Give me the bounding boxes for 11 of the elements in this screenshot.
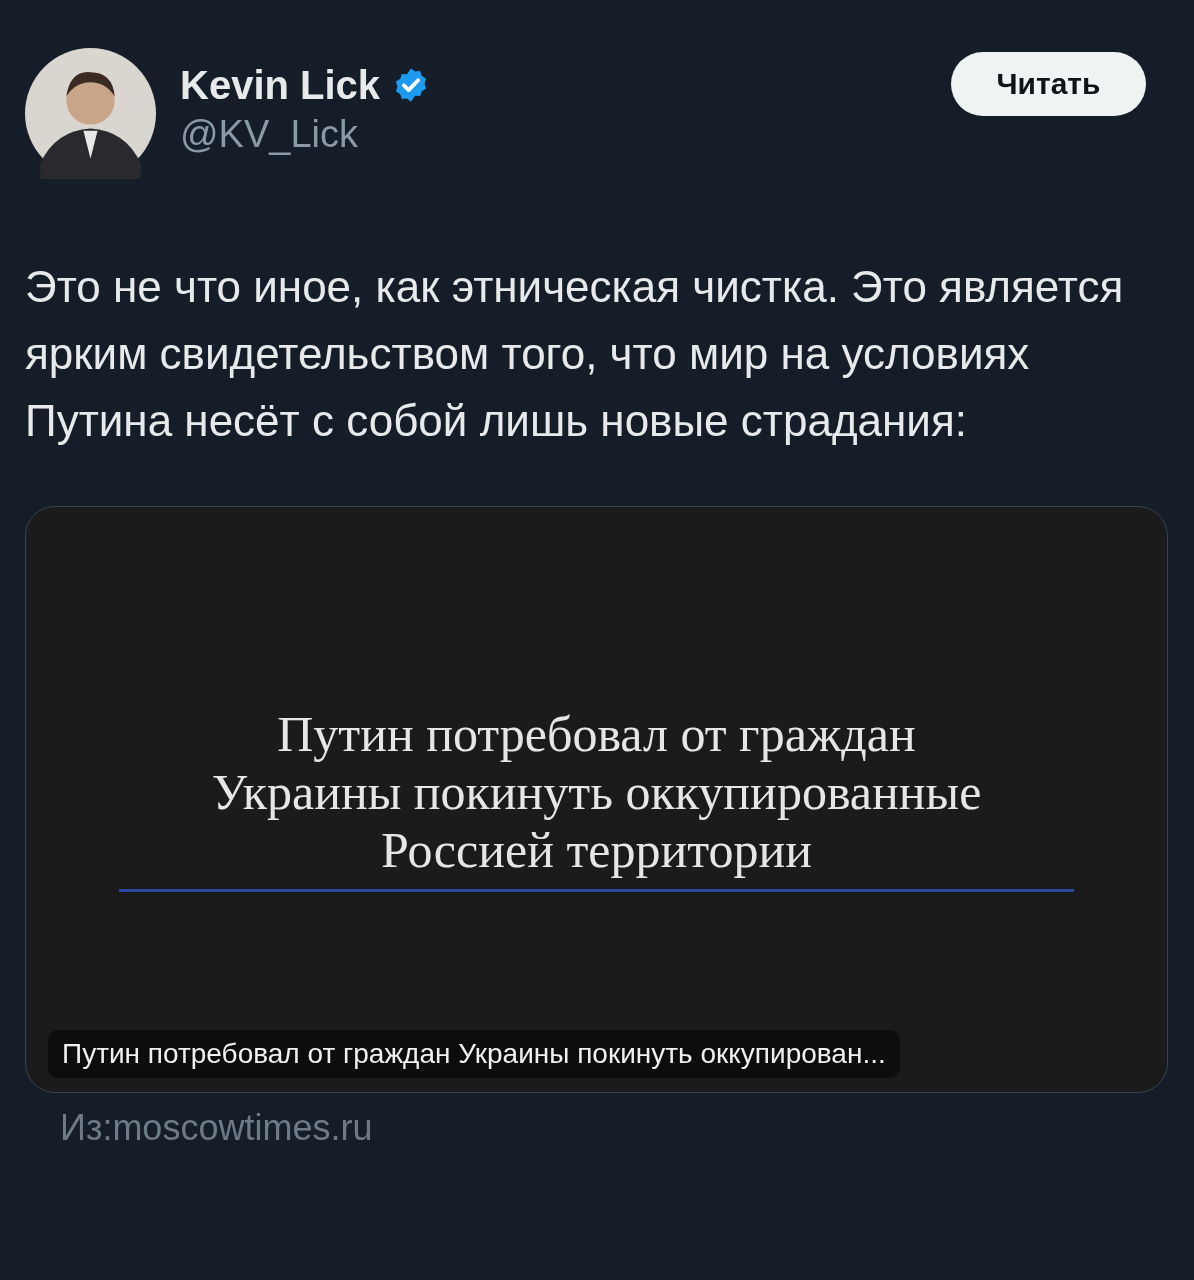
follow-button[interactable]: Читать — [951, 52, 1146, 116]
source-link[interactable]: Из:moscowtimes.ru — [60, 1107, 1168, 1149]
headline-line: Россией территории — [381, 821, 812, 879]
link-card[interactable]: Путин потребовал от граждан Украины покинуть оккупированные Россией территории Путин потребовал от граждан Украины покинуть оккупирован... — [25, 506, 1168, 1093]
author-handle[interactable]: @KV_Lick — [180, 108, 431, 160]
avatar[interactable] — [25, 48, 156, 179]
headline-line: Путин потребовал от граждан — [277, 705, 916, 763]
author-name[interactable]: Kevin Lick — [180, 62, 381, 108]
tweet-text: Это не что иное, как этническая чистка. Это является ярким свидетельством того, что мир на условиях Путина несёт с собой лишь новые страдания: — [25, 261, 1125, 447]
headline-line: Украины покинуть оккупированные — [211, 763, 982, 821]
card-caption: Путин потребовал от граждан Украины покинуть оккупирован... — [48, 1030, 900, 1078]
